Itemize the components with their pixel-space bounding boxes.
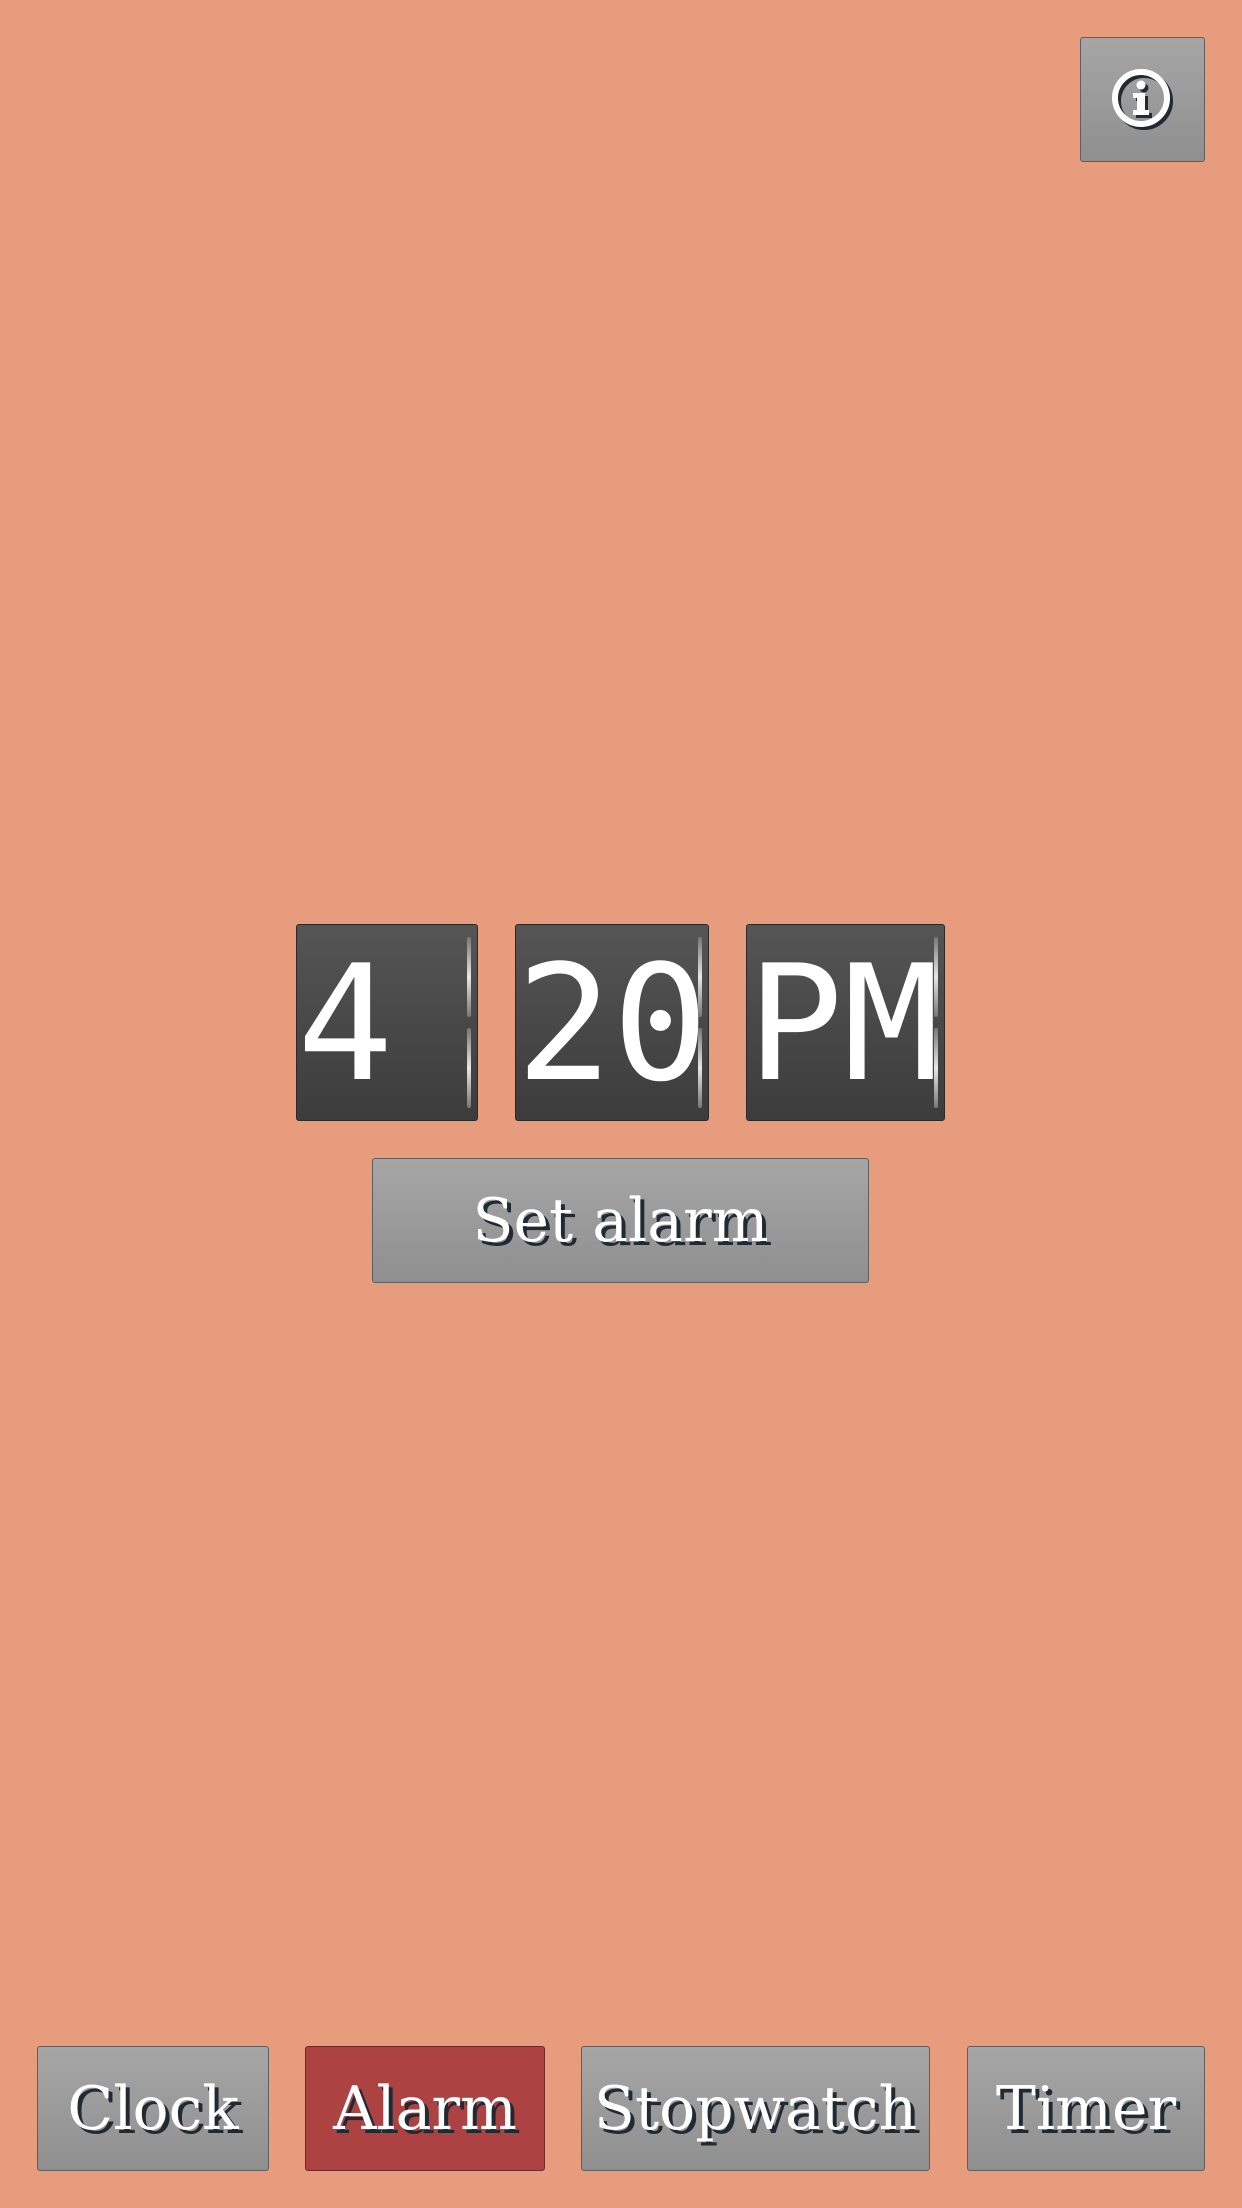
period-flip-card[interactable]: PM <box>746 924 945 1121</box>
hour-flip-card[interactable]: 4 <box>296 924 478 1121</box>
hour-value: 4 <box>297 930 394 1117</box>
tab-alarm[interactable]: Alarm <box>305 2046 545 2171</box>
card-ring <box>467 937 471 1017</box>
info-button[interactable] <box>1080 37 1205 162</box>
tab-timer[interactable]: Timer <box>967 2046 1205 2171</box>
tab-clock[interactable]: Clock <box>37 2046 269 2171</box>
card-ring <box>934 1028 938 1108</box>
card-ring <box>934 937 938 1017</box>
minute-value: 20 <box>516 930 709 1117</box>
card-ring <box>698 937 702 1017</box>
alarm-time-picker: 4 20 PM <box>0 924 1242 1121</box>
tab-stopwatch[interactable]: Stopwatch <box>581 2046 930 2171</box>
info-icon <box>1111 68 1173 130</box>
period-value: PM <box>747 930 940 1117</box>
minute-flip-card[interactable]: 20 <box>515 924 709 1121</box>
card-ring <box>467 1028 471 1108</box>
card-ring <box>698 1028 702 1108</box>
set-alarm-button[interactable]: Set alarm <box>372 1158 869 1283</box>
